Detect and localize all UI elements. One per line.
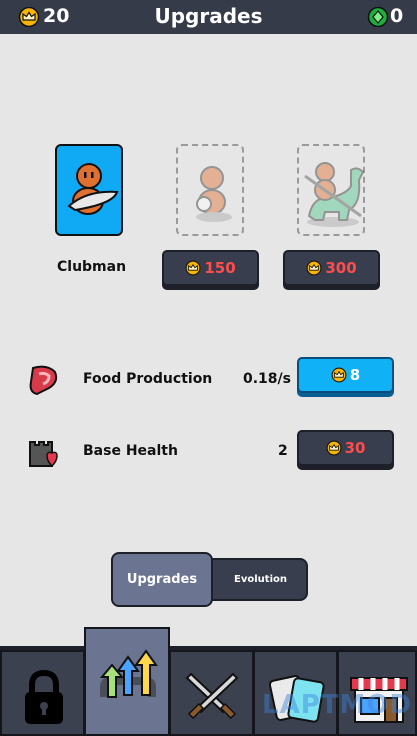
crossed-swords-icon bbox=[185, 672, 239, 720]
meat-icon bbox=[29, 365, 58, 396]
watermark: LAPTMOD bbox=[262, 690, 413, 720]
evolution-toggle[interactable]: Evolution bbox=[205, 558, 308, 601]
page-title: Upgrades bbox=[154, 4, 263, 28]
tab-upgrades[interactable] bbox=[84, 627, 170, 736]
lock-icon bbox=[25, 670, 63, 724]
food-production-price: 8 bbox=[349, 366, 361, 384]
slinger-card-locked bbox=[176, 144, 244, 236]
crown-icon bbox=[306, 260, 322, 276]
slinger-price: 150 bbox=[204, 259, 236, 277]
upgrades-arrows-icon bbox=[99, 649, 158, 698]
food-production-value: 0.18/s bbox=[243, 371, 291, 387]
clubman-icon bbox=[67, 163, 119, 215]
rider-price: 300 bbox=[325, 259, 357, 277]
slinger-icon bbox=[196, 166, 232, 222]
crown-icon bbox=[185, 260, 201, 276]
food-production-upgrade-button[interactable]: 8 bbox=[297, 357, 394, 393]
clubman-card[interactable] bbox=[55, 144, 123, 236]
tab-battle[interactable] bbox=[169, 650, 254, 736]
crown-icon bbox=[331, 367, 347, 383]
base-health-value: 2 bbox=[278, 443, 288, 459]
castle-heart-icon bbox=[29, 441, 58, 468]
crown-icon bbox=[326, 440, 342, 456]
rider-buy-button[interactable]: 300 bbox=[283, 250, 380, 286]
base-health-price: 30 bbox=[344, 439, 366, 457]
tab-locked[interactable] bbox=[0, 650, 85, 736]
base-health-upgrade-button[interactable]: 30 bbox=[297, 430, 394, 466]
clubman-label: Clubman bbox=[57, 259, 127, 275]
base-health-label: Base Health bbox=[83, 443, 178, 459]
dino-rider-icon bbox=[304, 162, 365, 227]
upgrades-toggle[interactable]: Upgrades bbox=[111, 552, 213, 607]
rider-card-locked bbox=[297, 144, 365, 236]
upgrades-toggle-label: Upgrades bbox=[126, 572, 198, 587]
gem-count: 0 bbox=[390, 5, 404, 27]
food-production-label: Food Production bbox=[83, 371, 213, 387]
gem-icon bbox=[367, 7, 389, 27]
slinger-buy-button[interactable]: 150 bbox=[162, 250, 259, 286]
evolution-toggle-label: Evolution bbox=[234, 574, 287, 585]
